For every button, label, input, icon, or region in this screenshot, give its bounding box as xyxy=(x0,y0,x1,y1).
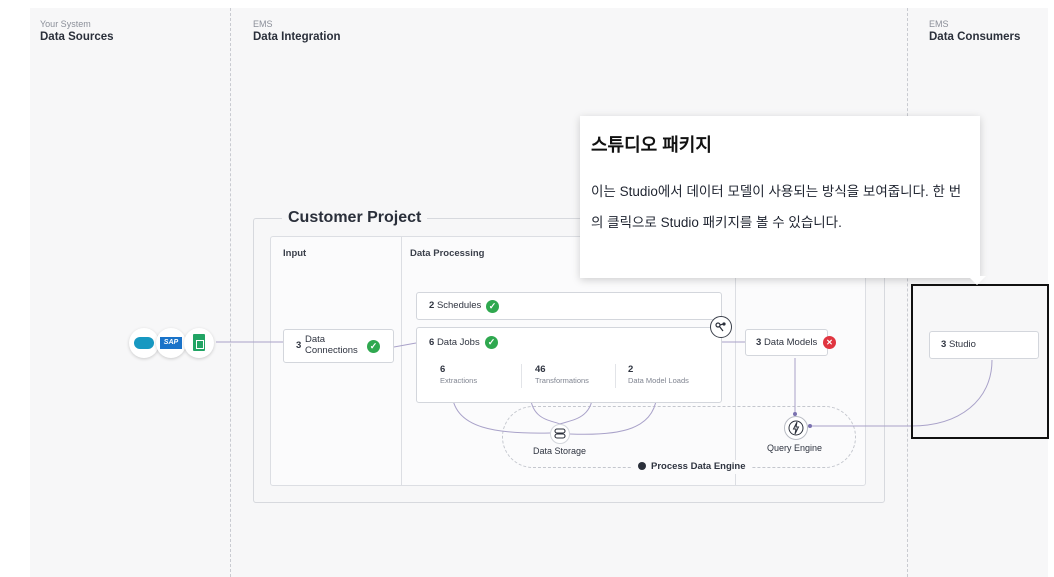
salesforce-icon xyxy=(134,337,154,349)
connector-connections-to-jobs xyxy=(393,342,417,348)
package-hub-icon[interactable] xyxy=(710,316,732,338)
connector-lines xyxy=(216,341,993,435)
query-engine-node[interactable] xyxy=(784,416,808,440)
data-storage-node[interactable] xyxy=(550,424,570,444)
source-sap[interactable]: SAP xyxy=(156,328,186,358)
extractions-label: Extractions xyxy=(440,376,478,385)
studio-highlight-box xyxy=(911,284,1049,439)
schedules-count: 2 xyxy=(429,300,435,311)
jobs-count: 6 xyxy=(429,337,435,348)
google-sheets-icon xyxy=(193,334,205,351)
models-label: Data Models xyxy=(763,337,818,348)
schedules-text: 2 Schedules xyxy=(429,300,481,312)
connections-label-line2: Connections xyxy=(305,345,358,356)
engine-icon xyxy=(638,462,646,470)
connector-dot xyxy=(808,424,812,428)
error-icon: ✕ xyxy=(823,336,836,349)
hub-glyph xyxy=(715,322,726,332)
model-loads-value: 2 xyxy=(628,364,634,375)
engine-name: Process Data Engine xyxy=(651,461,746,472)
query-engine-label: Query Engine xyxy=(767,443,823,453)
diagram-canvas: Your System Data Sources EMS Data Integr… xyxy=(0,0,1054,577)
process-data-engine-label: Process Data Engine xyxy=(632,460,752,474)
tooltip-title: 스튜디오 패키지 xyxy=(591,135,712,155)
source-salesforce[interactable] xyxy=(129,328,159,358)
stat-separator xyxy=(615,364,616,388)
tooltip-pointer xyxy=(968,276,986,285)
models-count: 3 xyxy=(756,337,762,348)
studio-package-tooltip: 스튜디오 패키지 이는 Studio에서 데이터 모델이 사용되는 방식을 보여… xyxy=(580,116,980,278)
check-icon: ✓ xyxy=(485,336,498,349)
jobs-text: 6 Data Jobs xyxy=(429,337,480,349)
database-icon xyxy=(554,428,566,439)
check-icon: ✓ xyxy=(367,340,380,353)
check-icon: ✓ xyxy=(486,300,499,313)
tooltip-body: 이는 Studio에서 데이터 모델이 사용되는 방식을 보여줍니다. 한 번의… xyxy=(591,184,962,230)
connections-count: 3 xyxy=(296,340,302,351)
data-storage-label: Data Storage xyxy=(533,446,587,456)
extractions-value: 6 xyxy=(440,364,446,375)
bolt-icon xyxy=(788,420,804,436)
transformations-value: 46 xyxy=(535,364,546,375)
sap-icon: SAP xyxy=(160,337,182,349)
schedules-label: Schedules xyxy=(436,300,482,311)
stat-separator xyxy=(521,364,522,388)
source-google-sheets[interactable] xyxy=(184,328,214,358)
models-text: 3 Data Models xyxy=(756,337,817,349)
jobs-label: Data Jobs xyxy=(436,337,480,348)
model-loads-label: Data Model Loads xyxy=(628,376,689,385)
transformations-label: Transformations xyxy=(535,376,589,385)
